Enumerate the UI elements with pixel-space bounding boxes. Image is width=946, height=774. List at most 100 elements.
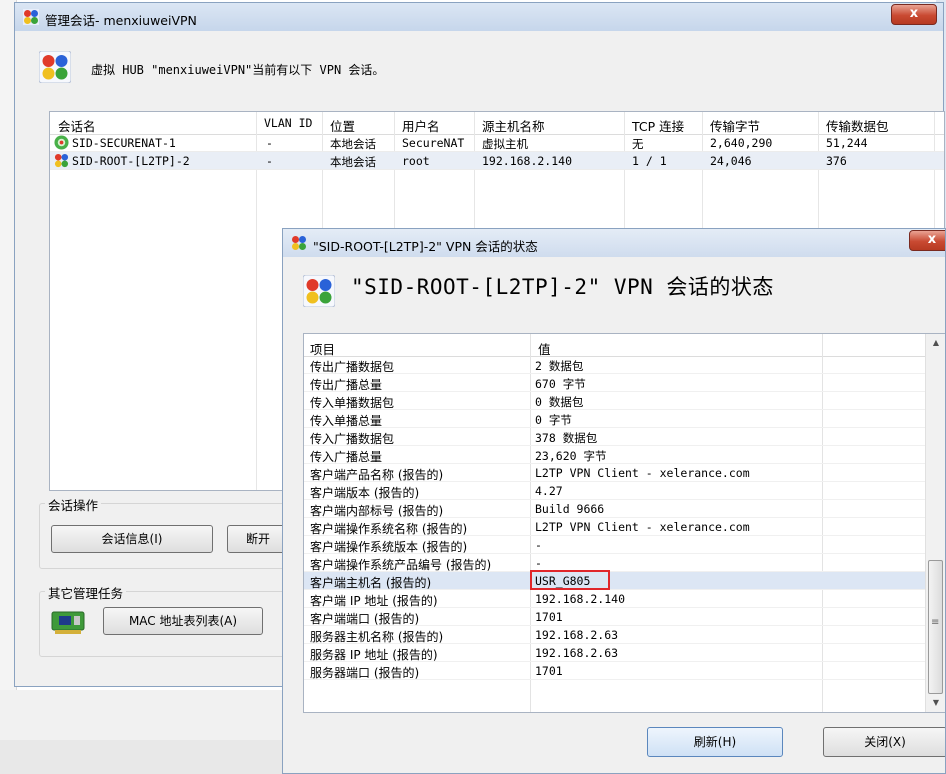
status-key: 客户端操作系统名称 (报告的)	[310, 522, 468, 536]
status-table-header: 项目 值	[304, 334, 945, 357]
session-packets: 376	[826, 154, 847, 168]
status-value: 670 字节	[535, 377, 586, 391]
status-value: -	[535, 556, 542, 570]
mac-table-button[interactable]: MAC 地址表列表(A)	[103, 607, 263, 635]
session-user: SecureNAT	[402, 136, 465, 150]
main-close-button[interactable]: x	[891, 4, 937, 25]
session-info-button[interactable]: 会话信息(I)	[51, 525, 213, 553]
status-row[interactable]: 传出广播数据包 2 数据包	[304, 356, 928, 374]
status-value: L2TP VPN Client - xelerance.com	[535, 466, 750, 480]
status-value: 4.27	[535, 484, 563, 498]
status-value: 192.168.2.63	[535, 646, 619, 660]
status-row[interactable]: 客户端主机名 (报告的) USR_G805	[304, 570, 928, 590]
session-tcp: 1 / 1	[632, 154, 667, 168]
status-row[interactable]: 客户端内部标号 (报告的) Build 9666	[304, 500, 928, 518]
status-row[interactable]: 传入单播数据包 0 数据包	[304, 392, 928, 410]
scroll-down-arrow-icon[interactable]: ▼	[926, 694, 945, 712]
status-key: 传入广播总量	[310, 450, 383, 464]
session-name: SID-SECURENAT-1	[72, 136, 176, 150]
status-value: 2 数据包	[535, 359, 584, 373]
status-key: 服务器 IP 地址 (报告的)	[310, 648, 438, 662]
status-key: 传入单播总量	[310, 414, 383, 428]
status-value: 0 字节	[535, 413, 572, 427]
close-icon: x	[909, 6, 919, 21]
session-icon	[54, 153, 69, 168]
status-key: 服务器端口 (报告的)	[310, 666, 420, 680]
table-row[interactable]: SID-SECURENAT-1 - 本地会话 SecureNAT 虚拟主机 无 …	[50, 134, 944, 152]
status-scrollbar[interactable]: ▲ ≡ ▼	[925, 334, 945, 712]
session-status-icon	[303, 275, 335, 307]
status-row[interactable]: 客户端产品名称 (报告的) L2TP VPN Client - xelerance…	[304, 464, 928, 482]
session-tcp: 无	[632, 137, 644, 151]
status-row[interactable]: 客户端端口 (报告的) 1701	[304, 608, 928, 626]
status-key: 传入广播数据包	[310, 432, 395, 446]
status-value: 1701	[535, 664, 563, 678]
status-value: -	[535, 538, 542, 552]
other-tasks-title: 其它管理任务	[45, 583, 127, 602]
status-row[interactable]: 服务器端口 (报告的) 1701	[304, 662, 928, 680]
session-location: 本地会话	[330, 137, 376, 151]
session-icon	[23, 9, 39, 25]
status-key: 客户端主机名 (报告的)	[310, 576, 432, 590]
session-icon	[292, 236, 306, 250]
col-bytes[interactable]: 传输字节	[710, 116, 760, 135]
col-source-host[interactable]: 源主机名称	[482, 116, 545, 135]
securenat-session-icon	[54, 135, 69, 150]
dialog-heading: "SID-ROOT-[L2TP]-2" VPN 会话的状态	[351, 275, 774, 299]
status-key: 客户端产品名称 (报告的)	[310, 468, 444, 482]
status-key: 客户端端口 (报告的)	[310, 612, 420, 626]
session-bytes: 24,046	[710, 154, 752, 168]
dialog-title: "SID-ROOT-[L2TP]-2" VPN 会话的状态	[313, 239, 538, 254]
status-row[interactable]: 服务器 IP 地址 (报告的) 192.168.2.63	[304, 644, 928, 662]
col-location[interactable]: 位置	[330, 116, 355, 135]
status-row[interactable]: 传入广播总量 23,620 字节	[304, 446, 928, 464]
status-key: 客户端操作系统产品编号 (报告的)	[310, 558, 492, 572]
status-row[interactable]: 客户端操作系统产品编号 (报告的) -	[304, 554, 928, 572]
status-row[interactable]: 客户端版本 (报告的) 4.27	[304, 482, 928, 500]
hub-icon	[39, 51, 71, 83]
hub-description: 虚拟 HUB "menxiuweiVPN"当前有以下 VPN 会话。	[91, 63, 385, 77]
status-table[interactable]: 项目 值 传出广播数据包 2 数据包 传出广播总量 670 字节 传入单播数据包 0 数据…	[303, 333, 945, 713]
session-bytes: 2,640,290	[710, 136, 773, 150]
session-user: root	[402, 154, 430, 168]
network-card-icon	[51, 611, 85, 634]
status-key: 传入单播数据包	[310, 396, 395, 410]
background-taskbar-strip	[0, 740, 290, 774]
status-value: Build 9666	[535, 502, 605, 516]
status-key: 客户端内部标号 (报告的)	[310, 504, 444, 518]
sessions-table-header: 会话名 VLAN ID 位置 用户名 源主机名称 TCP 连接 传输字节 传输数…	[50, 112, 944, 135]
session-host: 192.168.2.140	[482, 154, 573, 168]
status-row[interactable]: 客户端操作系统版本 (报告的) -	[304, 536, 928, 554]
col-vlan-id[interactable]: VLAN ID	[264, 116, 312, 130]
dialog-title-bar[interactable]: "SID-ROOT-[L2TP]-2" VPN 会话的状态 x	[283, 229, 945, 257]
col-username[interactable]: 用户名	[402, 116, 440, 135]
status-value: 192.168.2.140	[535, 592, 626, 606]
highlight-box	[530, 570, 610, 590]
session-location: 本地会话	[330, 155, 376, 169]
session-status-dialog: "SID-ROOT-[L2TP]-2" VPN 会话的状态 x "SID-ROO…	[282, 228, 946, 774]
refresh-button[interactable]: 刷新(H)	[647, 727, 783, 757]
status-value: 23,620 字节	[535, 449, 607, 463]
table-row[interactable]: SID-ROOT-[L2TP]-2 - 本地会话 root 192.168.2.…	[50, 152, 944, 170]
status-row[interactable]: 客户端操作系统名称 (报告的) L2TP VPN Client - xeleran…	[304, 518, 928, 536]
status-row[interactable]: 客户端 IP 地址 (报告的) 192.168.2.140	[304, 590, 928, 608]
scroll-up-arrow-icon[interactable]: ▲	[926, 334, 945, 352]
session-operations-title: 会话操作	[45, 495, 102, 514]
status-row[interactable]: 传入单播总量 0 字节	[304, 410, 928, 428]
main-title-bar[interactable]: 管理会话- menxiuweiVPN x	[15, 3, 943, 31]
status-row[interactable]: 传出广播总量 670 字节	[304, 374, 928, 392]
status-key: 服务器主机名称 (报告的)	[310, 630, 444, 644]
status-key: 传出广播数据包	[310, 360, 395, 374]
status-value: 1701	[535, 610, 563, 624]
status-key: 客户端版本 (报告的)	[310, 486, 420, 500]
col-session-name[interactable]: 会话名	[58, 116, 96, 135]
close-icon: x	[927, 232, 937, 247]
col-packets[interactable]: 传输数据包	[826, 116, 889, 135]
status-row[interactable]: 服务器主机名称 (报告的) 192.168.2.63	[304, 626, 928, 644]
scrollbar-thumb[interactable]: ≡	[928, 560, 943, 694]
col-tcp-connections[interactable]: TCP 连接	[632, 116, 684, 135]
status-row[interactable]: 传入广播数据包 378 数据包	[304, 428, 928, 446]
close-button[interactable]: 关闭(X)	[823, 727, 945, 757]
scroll-grip-icon: ≡	[931, 617, 940, 628]
dialog-close-x-button[interactable]: x	[909, 230, 945, 251]
